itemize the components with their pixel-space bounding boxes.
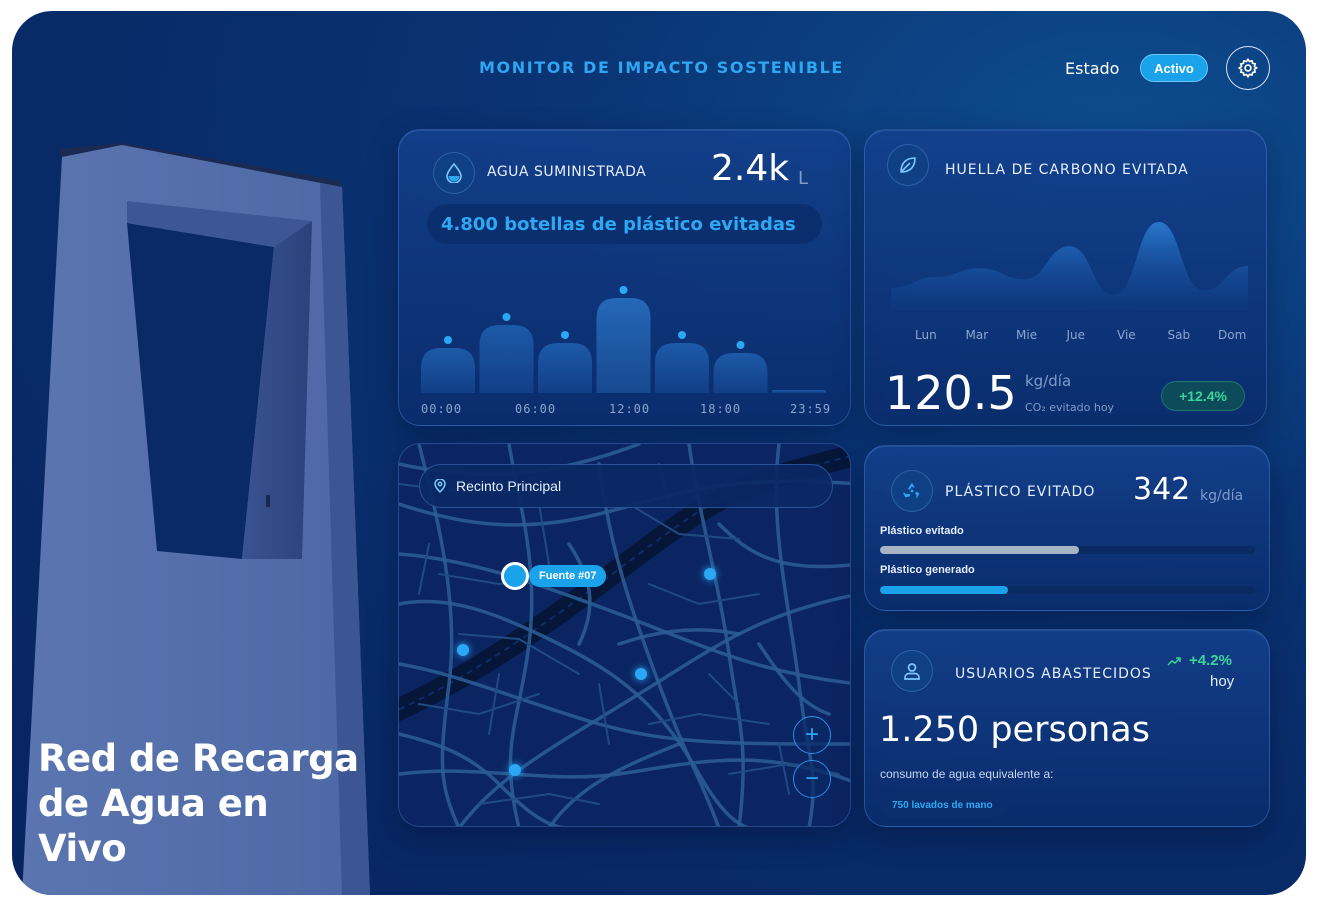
- users-change-period: hoy: [1210, 673, 1235, 690]
- recycle-icon-badge: [891, 470, 933, 512]
- user-icon-badge: [891, 650, 933, 692]
- page-title: MONITOR DE IMPACTO SOSTENIBLE: [479, 58, 844, 77]
- handwash-equivalence-badge: 750 lavados de mano: [880, 792, 1005, 818]
- carbon-subtitle: CO₂ evitado hoy: [1025, 401, 1115, 414]
- carbon-area: [891, 222, 1248, 310]
- fountain-marker[interactable]: [704, 568, 716, 580]
- carbon-day-label: Mie: [1016, 328, 1038, 342]
- water-bar: [655, 343, 709, 393]
- plastic-generated-bar-label: Plástico generado: [880, 564, 975, 576]
- users-value: 1.250 personas: [879, 710, 1150, 750]
- carbon-day-label: Jue: [1066, 328, 1086, 342]
- users-label: USUARIOS ABASTECIDOS: [955, 666, 1152, 682]
- fountain-marker[interactable]: [635, 668, 647, 680]
- hero-title-line-1: Red de Recarga: [38, 737, 359, 780]
- plastic-value: 342: [1133, 472, 1191, 507]
- water-tick-label: 23:59: [790, 402, 832, 416]
- carbon-change-badge: +12.4%: [1161, 381, 1245, 411]
- water-tick-label: 12:00: [609, 402, 651, 416]
- water-tick-label: 06:00: [515, 402, 557, 416]
- water-bar-marker: [678, 331, 686, 339]
- plastic-label: PLÁSTICO EVITADO: [945, 484, 1096, 500]
- recycle-icon: [902, 482, 920, 499]
- water-bar-marker: [502, 313, 511, 321]
- settings-button[interactable]: [1226, 46, 1270, 90]
- carbon-day-label: Sab: [1167, 328, 1191, 342]
- water-tick-label: 18:00: [700, 402, 742, 416]
- water-bar: [596, 298, 651, 393]
- hero-title: Red de Recarga de Agua en Vivo: [38, 736, 368, 871]
- water-bar: [772, 390, 826, 393]
- status-badge: Activo: [1140, 54, 1208, 82]
- location-pin-icon: [434, 479, 446, 493]
- location-search-text: Recinto Principal: [456, 478, 562, 494]
- status-label: Estado: [1065, 59, 1120, 78]
- user-icon: [904, 663, 920, 680]
- plastic-avoided-track: [880, 546, 1255, 554]
- water-bar-marker: [561, 331, 569, 339]
- zoom-out-button[interactable]: −: [793, 760, 831, 798]
- water-bar-marker: [444, 336, 452, 344]
- users-supplied-card: USUARIOS ABASTECIDOS +4.2% hoy 1.250 per…: [864, 629, 1270, 827]
- zoom-in-button[interactable]: +: [793, 716, 831, 754]
- plastic-avoided-fill: [880, 546, 1079, 554]
- selected-fountain-marker[interactable]: [501, 562, 529, 590]
- equivalence-label: consumo de agua equivalente a:: [880, 767, 1054, 781]
- carbon-day-label: Mar: [965, 328, 989, 342]
- fountain-marker[interactable]: [457, 644, 469, 656]
- water-bar: [713, 353, 768, 393]
- plastic-avoided-card: PLÁSTICO EVITADO 342 kg/día Plástico evi…: [864, 445, 1270, 611]
- water-tick-label: 00:00: [421, 402, 463, 416]
- plastic-unit: kg/día: [1200, 488, 1244, 504]
- trend-up-icon: [1167, 657, 1181, 666]
- carbon-day-label: Lun: [915, 328, 937, 342]
- users-change: +4.2%: [1189, 652, 1232, 669]
- water-supplied-card: AGUA SUMINISTRADA 2.4k L 4.800 botellas …: [398, 129, 851, 426]
- map-card: Recinto Principal Fuente #07 + −: [398, 443, 851, 827]
- carbon-day-label: Dom: [1218, 328, 1247, 342]
- hero-title-line-2: de Agua en Vivo: [38, 782, 269, 870]
- fountain-marker[interactable]: [509, 764, 521, 776]
- water-bar-marker: [619, 286, 628, 294]
- carbon-day-label: Vie: [1117, 328, 1136, 342]
- water-bar-marker: [736, 341, 745, 349]
- water-bar-chart: [421, 286, 826, 393]
- selected-fountain-label: Fuente #07: [529, 565, 607, 587]
- water-bar: [479, 325, 534, 393]
- water-bar: [538, 343, 592, 393]
- carbon-unit: kg/día: [1025, 372, 1072, 390]
- dashboard-frame: Red de Recarga de Agua en Vivo MONITOR D…: [12, 11, 1306, 895]
- plastic-generated-fill: [880, 586, 1008, 594]
- carbon-footprint-card: HUELLA DE CARBONO EVITADA Lun Mar Mie Jue Vi…: [864, 129, 1267, 426]
- plastic-avoided-bar-label: Plástico evitado: [880, 525, 964, 537]
- gear-icon: [1237, 57, 1259, 79]
- plastic-generated-track: [880, 586, 1255, 594]
- carbon-value: 120.5: [885, 366, 1017, 420]
- location-search[interactable]: Recinto Principal: [419, 464, 833, 508]
- water-bar: [421, 348, 475, 393]
